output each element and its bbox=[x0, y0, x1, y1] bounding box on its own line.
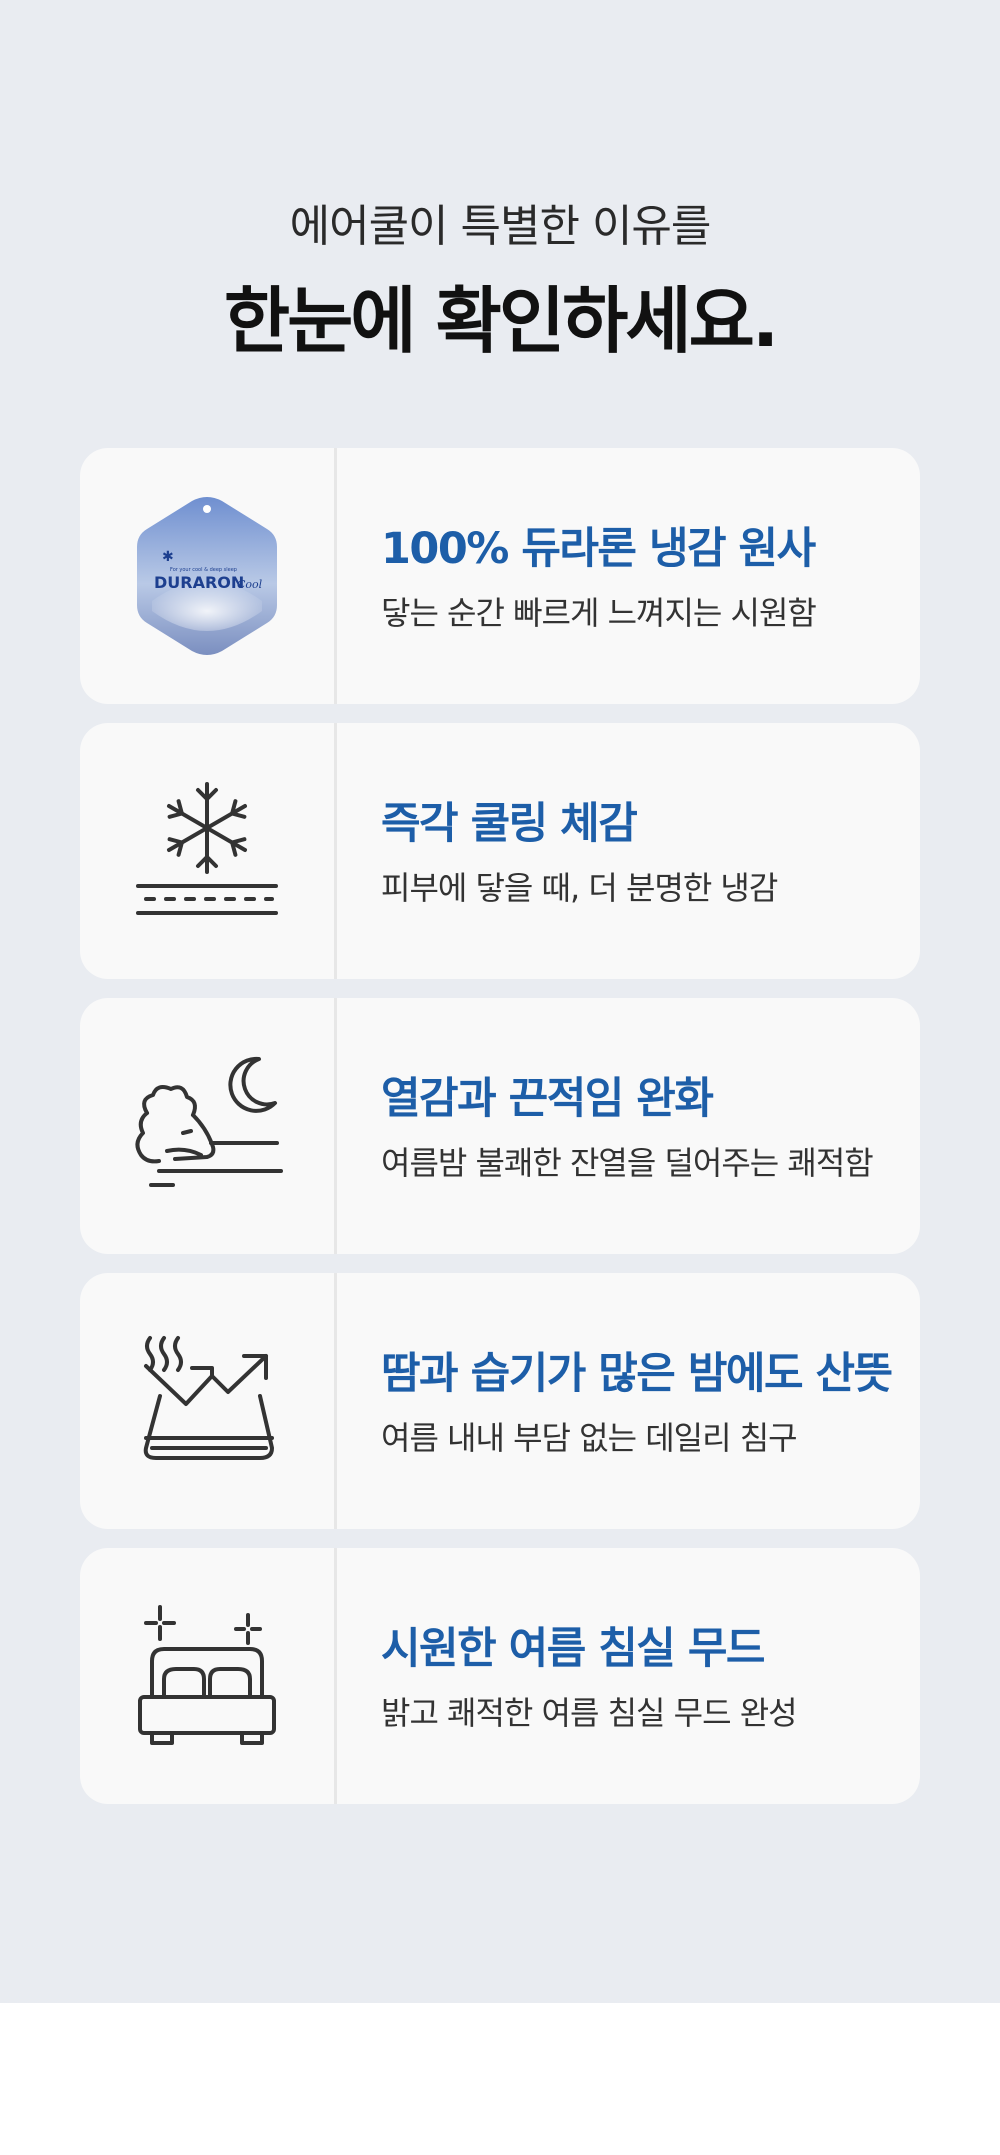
feature-card-duraron: ✱ For your cool & deep sleep DURARON Coo… bbox=[80, 448, 920, 704]
feature-description: 피부에 닿을 때, 더 분명한 냉감 bbox=[381, 869, 778, 907]
bottom-blank-area bbox=[0, 2003, 1000, 2155]
feature-title: 땀과 습기가 많은 밤에도 산뜻 bbox=[381, 1349, 893, 1399]
sleeping-moon-icon bbox=[135, 1056, 283, 1187]
svg-text:✱: ✱ bbox=[162, 549, 174, 565]
feature-card-instant-cooling: 즉각 쿨링 체감 피부에 닿을 때, 더 분명한 냉감 bbox=[80, 723, 920, 979]
feature-icon-cell bbox=[80, 1273, 334, 1529]
card-divider bbox=[334, 998, 337, 1254]
heading-subtitle: 에어쿨이 특별한 이유를 bbox=[289, 201, 712, 252]
feature-icon-cell bbox=[80, 1548, 334, 1804]
card-divider bbox=[334, 448, 337, 704]
feature-icon-cell bbox=[80, 998, 334, 1254]
tag-brand: DURARON bbox=[154, 573, 244, 592]
feature-title: 시원한 여름 침실 무드 bbox=[381, 1624, 765, 1674]
tag-script: Cool bbox=[237, 578, 263, 591]
feature-card-heat-relief: 열감과 끈적임 완화 여름밤 불쾌한 잔열을 덜어주는 쾌적함 bbox=[80, 998, 920, 1254]
feature-title: 즉각 쿨링 체감 bbox=[381, 799, 638, 849]
feature-icon-cell: ✱ For your cool & deep sleep DURARON Coo… bbox=[80, 448, 334, 704]
snowflake-surface-icon bbox=[136, 782, 278, 915]
bed-sparkle-icon bbox=[138, 1605, 276, 1745]
duraron-tag-icon: ✱ For your cool & deep sleep DURARON Coo… bbox=[137, 497, 277, 655]
features-section: 에어쿨이 특별한 이유를 한눈에 확인하세요. ✱ For your cool … bbox=[0, 0, 1000, 2003]
feature-card-moisture: 땀과 습기가 많은 밤에도 산뜻 여름 내내 부담 없는 데일리 침구 bbox=[80, 1273, 920, 1529]
card-divider bbox=[334, 1548, 337, 1804]
feature-description: 여름밤 불쾌한 잔열을 덜어주는 쾌적함 bbox=[381, 1144, 874, 1182]
feature-card-bedroom-mood: 시원한 여름 침실 무드 밝고 쾌적한 여름 침실 무드 완성 bbox=[80, 1548, 920, 1804]
feature-description: 여름 내내 부담 없는 데일리 침구 bbox=[381, 1419, 798, 1457]
feature-title: 열감과 끈적임 완화 bbox=[381, 1074, 714, 1124]
feature-description: 닿는 순간 빠르게 느껴지는 시원함 bbox=[381, 594, 817, 632]
moisture-release-icon bbox=[143, 1336, 274, 1460]
feature-title: 100% 듀라론 냉감 원사 bbox=[381, 524, 816, 574]
heading-title: 한눈에 확인하세요. bbox=[223, 279, 779, 363]
feature-icon-cell bbox=[80, 723, 334, 979]
card-divider bbox=[334, 1273, 337, 1529]
feature-description: 밝고 쾌적한 여름 침실 무드 완성 bbox=[381, 1694, 798, 1732]
card-divider bbox=[334, 723, 337, 979]
